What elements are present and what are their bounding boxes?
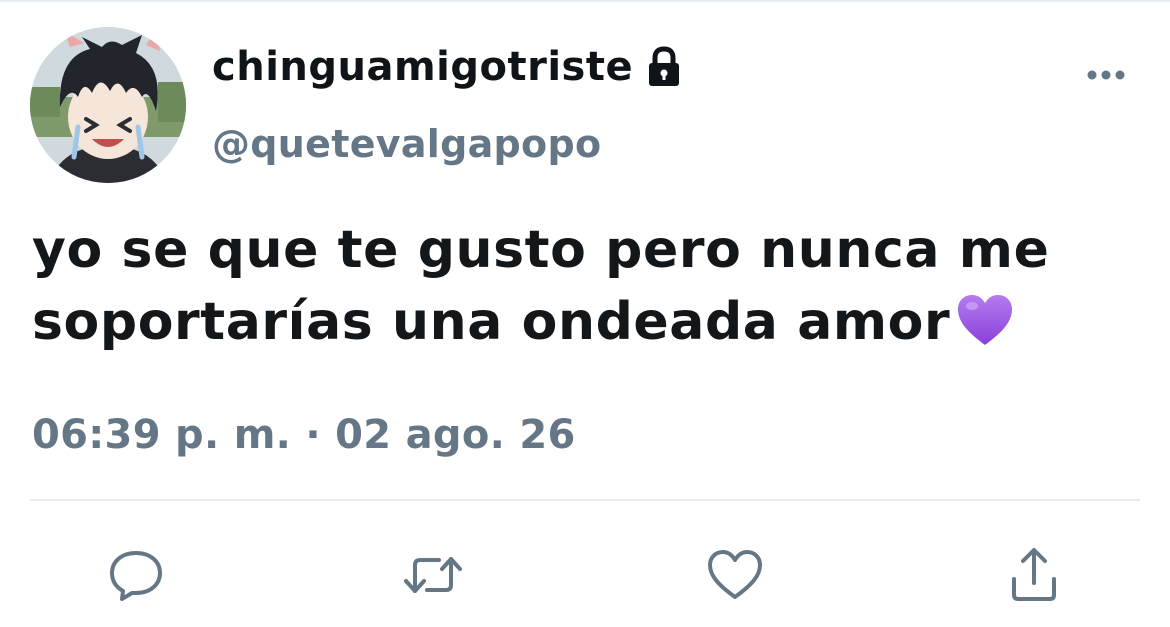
tweet-timestamp[interactable]: 06:39 p. m. · 02 ago. 26 xyxy=(32,412,576,458)
share-button[interactable] xyxy=(1002,543,1066,607)
avatar[interactable] xyxy=(30,27,186,183)
display-name-text: chinguamigotriste xyxy=(212,44,634,90)
like-button[interactable] xyxy=(703,543,767,607)
more-icon[interactable] xyxy=(1082,60,1130,90)
tweet-body: yo se que te gusto pero nunca me soporta… xyxy=(32,220,1050,352)
lock-icon xyxy=(641,44,687,90)
divider xyxy=(30,499,1140,501)
top-border xyxy=(0,0,1170,2)
user-handle[interactable]: @quetevalgapopo xyxy=(212,122,601,166)
retweet-icon xyxy=(401,547,465,603)
tweet-text: yo se que te gusto pero nunca me soporta… xyxy=(32,214,1142,358)
purple-heart-icon xyxy=(956,293,1014,347)
avatar-image xyxy=(30,27,186,183)
display-name[interactable]: chinguamigotriste xyxy=(212,44,687,90)
share-icon xyxy=(1004,545,1064,605)
reply-button[interactable] xyxy=(104,543,168,607)
retweet-button[interactable] xyxy=(401,543,465,607)
reply-icon xyxy=(106,547,166,603)
like-icon xyxy=(705,547,765,603)
